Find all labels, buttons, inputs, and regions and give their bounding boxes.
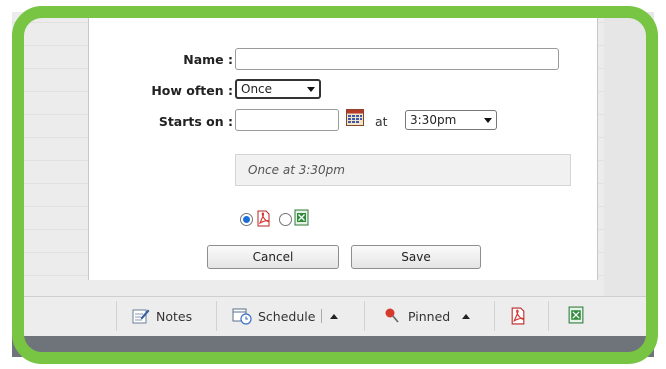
name-input[interactable] [235,48,559,70]
chevron-down-icon [307,86,315,92]
caret-up-icon[interactable] [330,313,339,319]
how-often-value: Once [241,82,273,96]
pinned-label: Pinned [408,308,451,324]
toolbar-divider [216,301,217,331]
time-select[interactable]: 3:30pm [405,110,497,130]
bottom-toolbar: Notes Schedule Pinned [0,296,666,336]
excel-export-icon[interactable] [568,306,584,324]
at-label: at [375,114,388,129]
toolbar-divider [116,301,117,331]
pdf-export-icon[interactable] [510,307,526,325]
how-often-select[interactable]: Once [235,79,321,99]
pin-icon [385,308,399,323]
schedule-summary: Once at 3:30pm [235,154,571,186]
name-label: Name : [183,52,233,67]
time-value: 3:30pm [410,113,457,127]
notes-button[interactable]: Notes [132,305,192,327]
pinned-button[interactable]: Pinned [384,305,471,327]
how-often-label: How often : [151,83,233,98]
excel-icon [294,209,309,226]
schedule-dialog: Name : How often : Once Starts on : at 3… [88,8,598,280]
notes-label: Notes [156,308,193,324]
calendar-icon[interactable] [346,109,364,126]
starts-on-date-input[interactable] [235,109,339,131]
schedule-icon [232,308,252,325]
caret-up-icon[interactable] [462,313,471,319]
background-right-panel [604,0,666,300]
cancel-button[interactable]: Cancel [207,245,339,269]
toolbar-divider [364,301,365,331]
pdf-icon [257,210,270,227]
toolbar-divider [548,301,549,331]
schedule-label: Schedule [258,308,316,324]
pdf-format-radio[interactable] [240,213,253,226]
footer-bar [0,336,666,369]
excel-format-radio[interactable] [279,213,292,226]
starts-on-label: Starts on : [158,114,233,129]
schedule-button[interactable]: Schedule [232,305,339,327]
chevron-down-icon [484,117,492,123]
save-button[interactable]: Save [351,245,481,269]
split-divider [321,309,323,323]
toolbar-divider [494,301,495,331]
notes-icon [132,309,150,324]
